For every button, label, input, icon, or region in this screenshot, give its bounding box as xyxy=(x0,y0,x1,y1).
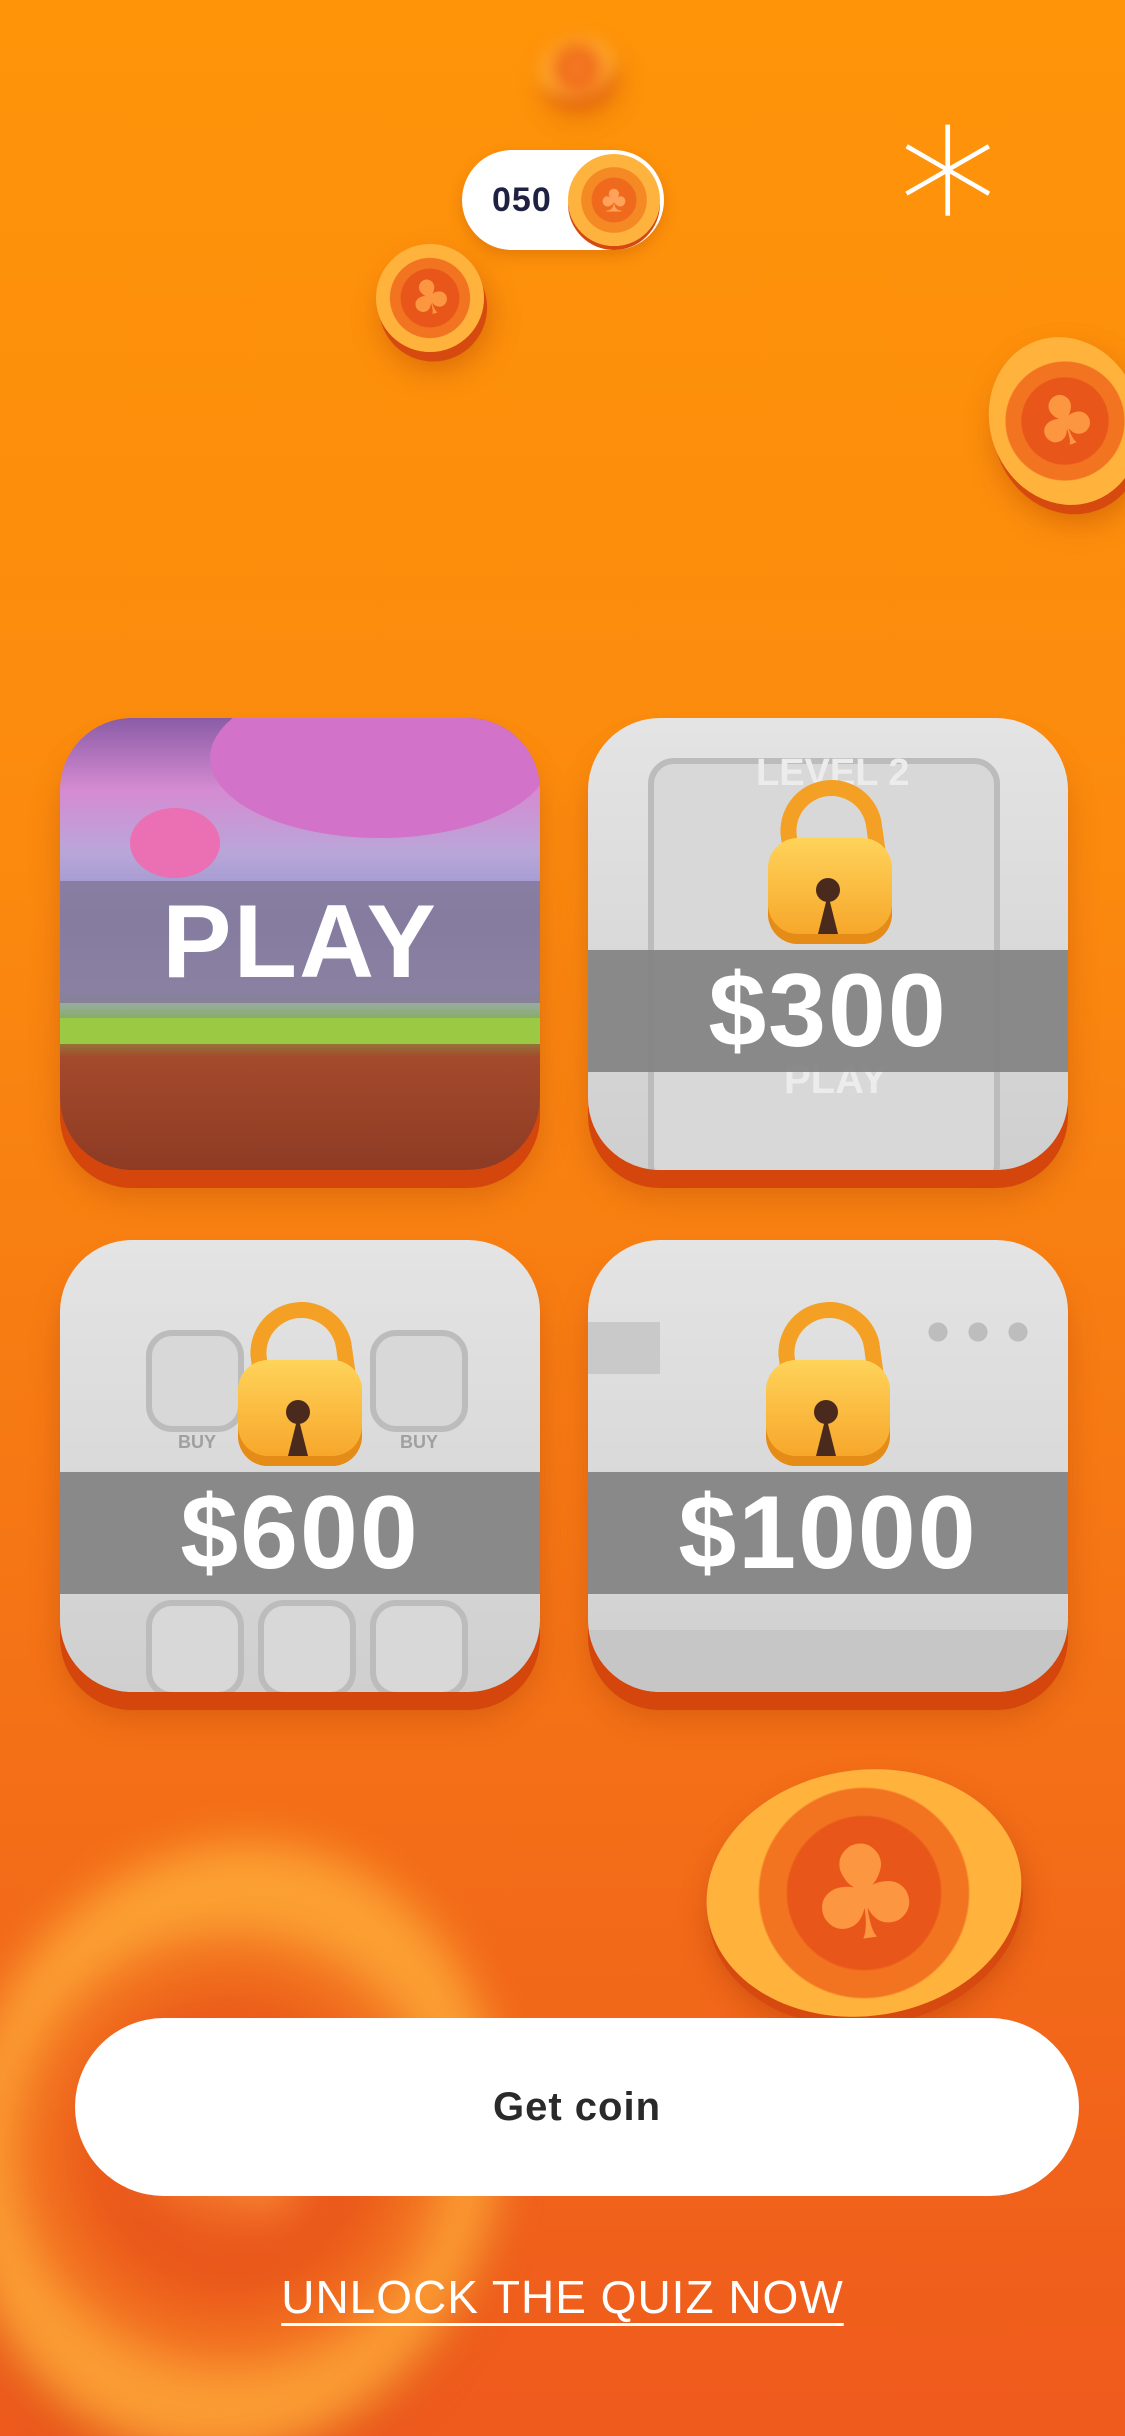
shop-item-4 xyxy=(146,1600,244,1692)
coin-count-value: 050 xyxy=(492,181,552,219)
lock-icon xyxy=(768,773,892,944)
unlock-quiz-link[interactable]: UNLOCK THE QUIZ NOW xyxy=(0,2270,1125,2324)
pink-flower xyxy=(130,808,220,878)
coin-decoration-right: ♣ xyxy=(965,315,1125,527)
buy-label-1: BUY xyxy=(178,1432,217,1452)
level-price-300: $300 xyxy=(588,950,1068,1072)
pink-tree-canopy xyxy=(210,718,540,838)
level-tile-play[interactable]: PLAY xyxy=(60,718,540,1170)
coin-shop-screen: ♣ ♣ ♣ ♣ ♣ 050 ♣ * PLAY LEVEL 2 PLAY $300… xyxy=(0,0,1125,2436)
ground-grass xyxy=(60,1018,540,1044)
level-label-play: PLAY xyxy=(60,881,540,1003)
level-tile-600[interactable]: BUY BUY $600 xyxy=(60,1240,540,1692)
preview-ground xyxy=(588,1630,1068,1692)
preview-platform-left xyxy=(588,1322,660,1374)
level-price-600: $600 xyxy=(60,1472,540,1594)
lock-icon xyxy=(238,1295,362,1466)
preview-dots xyxy=(918,1320,1038,1344)
coin-decoration-top: ♣ xyxy=(533,29,621,107)
level-price-1000: $1000 xyxy=(588,1472,1068,1594)
coin-counter[interactable]: 050 ♣ xyxy=(462,150,664,250)
get-coin-button[interactable]: Get coin xyxy=(75,2018,1079,2196)
level-tile-300[interactable]: LEVEL 2 PLAY $300 xyxy=(588,718,1068,1170)
buy-label-3: BUY xyxy=(400,1432,439,1452)
shop-item-6 xyxy=(370,1600,468,1692)
coin-icon: ♣ xyxy=(568,154,660,246)
coin-decoration-large: ♣ xyxy=(690,1749,1038,2037)
asterisk-icon[interactable]: * xyxy=(888,105,1008,305)
shop-item-5 xyxy=(258,1600,356,1692)
shop-item-1 xyxy=(146,1330,244,1432)
level-tile-1000[interactable]: $1000 xyxy=(588,1240,1068,1692)
shop-item-2 xyxy=(370,1330,468,1432)
lock-icon xyxy=(766,1295,890,1466)
coin-decoration-left: ♣ xyxy=(361,229,499,367)
